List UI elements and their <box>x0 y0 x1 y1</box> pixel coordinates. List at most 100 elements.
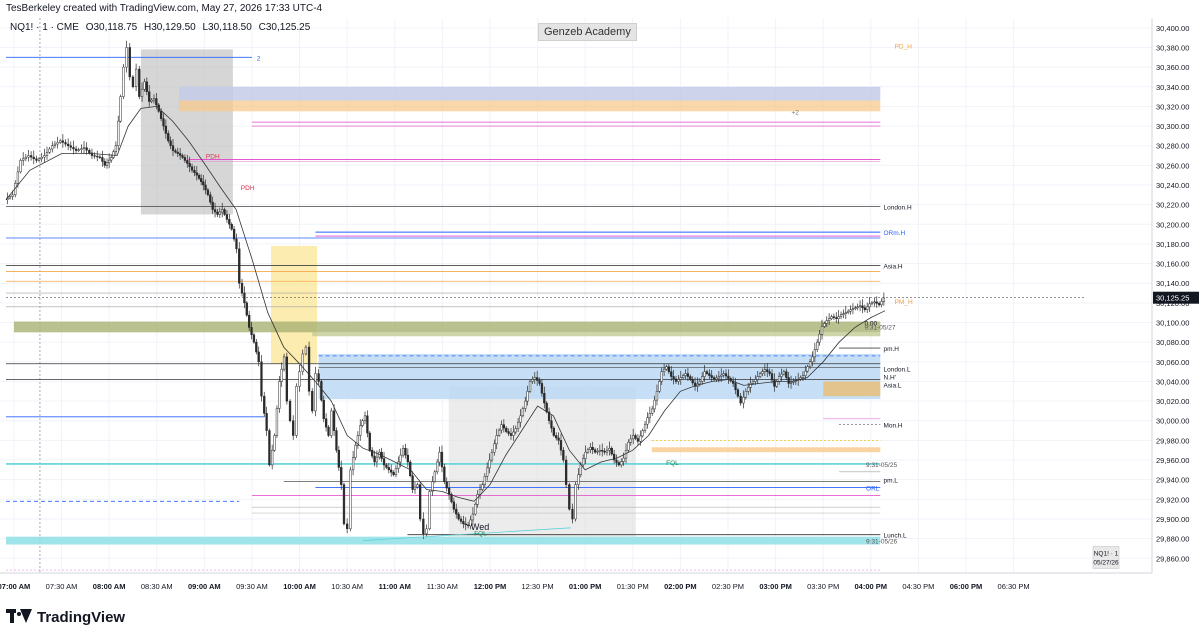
time-tick-label: 01:00 PM <box>569 582 602 591</box>
candle-body <box>35 158 38 161</box>
time-tick-label: 03:30 PM <box>807 582 839 591</box>
candle-body <box>620 461 623 466</box>
candle-body <box>555 435 558 439</box>
symbol-label[interactable]: NQ1! · 1 · CME <box>10 22 79 33</box>
candle-body <box>703 371 706 377</box>
label-931-0525: 9:31-05/25 <box>866 462 897 469</box>
price-chart[interactable]: London.HORm.HAsia.H0.009:31-05/27pm.HLon… <box>0 18 1200 603</box>
candle-body <box>416 484 419 488</box>
label-pd-h: PD_H <box>895 44 913 51</box>
candle-body <box>433 471 436 482</box>
price-tick-label: 29,920.00 <box>1156 495 1189 504</box>
candle-body <box>45 151 49 156</box>
candle-body <box>368 432 371 451</box>
candle-body <box>787 377 790 384</box>
candle-body <box>727 375 730 379</box>
candle-body <box>641 430 644 437</box>
candle-body <box>48 148 51 153</box>
candle-body <box>598 449 601 452</box>
candle-body <box>552 427 555 436</box>
candle-body <box>686 373 690 377</box>
time-tick-label: 08:30 AM <box>141 582 173 591</box>
candle-body <box>354 445 357 458</box>
candle-body <box>820 326 824 335</box>
candle-body <box>474 503 477 515</box>
candle-body <box>856 306 859 309</box>
candle-body <box>882 297 886 302</box>
candle-body <box>870 302 874 305</box>
candle-body <box>225 214 229 220</box>
candle-body <box>712 377 716 380</box>
time-tick-label: 11:00 AM <box>379 582 411 591</box>
candle-body <box>540 383 544 394</box>
candle-body <box>27 155 30 158</box>
candle-body <box>232 228 236 240</box>
candle-body <box>77 149 80 151</box>
candle-body <box>811 356 814 363</box>
credit-text: TesBerkeley created with TradingView.com… <box>6 3 323 14</box>
price-tick-label: 29,940.00 <box>1156 476 1189 485</box>
time-tick-label: 10:30 AM <box>331 582 363 591</box>
zone-teal-zone <box>6 536 881 545</box>
candle-body <box>710 375 713 378</box>
candle-body <box>213 209 217 213</box>
top-bar: TesBerkeley created with TradingView.com… <box>0 0 1200 18</box>
candle-body <box>827 318 831 321</box>
candle-body <box>425 528 428 534</box>
candle-body <box>169 140 172 146</box>
candle-body <box>311 391 314 412</box>
candle-body <box>514 428 517 433</box>
candle-body <box>629 438 632 443</box>
candle-body <box>204 184 207 191</box>
time-tick-label: 09:30 AM <box>236 582 268 591</box>
candle-body <box>524 400 527 409</box>
candle-body <box>632 435 635 440</box>
price-tick-label: 30,160.00 <box>1156 260 1189 269</box>
time-tick-label: 07:30 AM <box>46 582 78 591</box>
candle-body <box>382 458 386 466</box>
candle-body <box>792 381 795 383</box>
candle-body <box>559 440 563 451</box>
tradingview-logo: TradingView <box>6 606 125 628</box>
candle-body <box>359 425 362 436</box>
candle-body <box>150 99 153 102</box>
candle-body <box>505 427 508 432</box>
candle-body <box>651 408 654 414</box>
candle-body <box>53 143 57 146</box>
candle-body <box>785 371 788 378</box>
candle-body <box>486 467 489 477</box>
candle-body <box>512 431 515 436</box>
candle-body <box>751 381 755 384</box>
candle-body <box>483 475 486 485</box>
high-value: H30,129.50 <box>144 22 196 33</box>
candle-body <box>428 491 431 530</box>
candle-body <box>849 309 852 312</box>
candle-body <box>634 435 637 439</box>
price-tick-label: 30,300.00 <box>1156 122 1189 131</box>
candle-body <box>825 320 828 324</box>
time-tick-label: 03:00 PM <box>759 582 792 591</box>
price-tick-label: 30,220.00 <box>1156 201 1189 210</box>
time-tick-label: 12:00 PM <box>474 582 507 591</box>
candle-body <box>455 508 458 515</box>
price-tick-label: 29,960.00 <box>1156 456 1189 465</box>
candle-body <box>174 150 177 153</box>
candle-body <box>257 351 260 363</box>
candle-body <box>471 513 475 521</box>
label-931-0527: 9:31-05/27 <box>864 324 895 331</box>
candle-body <box>804 370 807 376</box>
label-pdh-2: PDH <box>241 185 255 192</box>
candle-body <box>363 415 367 421</box>
candle-body <box>720 374 723 377</box>
candle-body <box>591 447 594 450</box>
candle-body <box>101 157 104 162</box>
candle-body <box>436 461 439 473</box>
candle-body <box>773 379 776 387</box>
candle-body <box>445 481 448 489</box>
candle-body <box>756 376 759 380</box>
candle-body <box>322 399 325 420</box>
candle-body <box>698 381 701 385</box>
candle-body <box>658 381 661 392</box>
candle-body <box>298 371 301 387</box>
label-asia-l: Asia.L <box>883 382 901 389</box>
